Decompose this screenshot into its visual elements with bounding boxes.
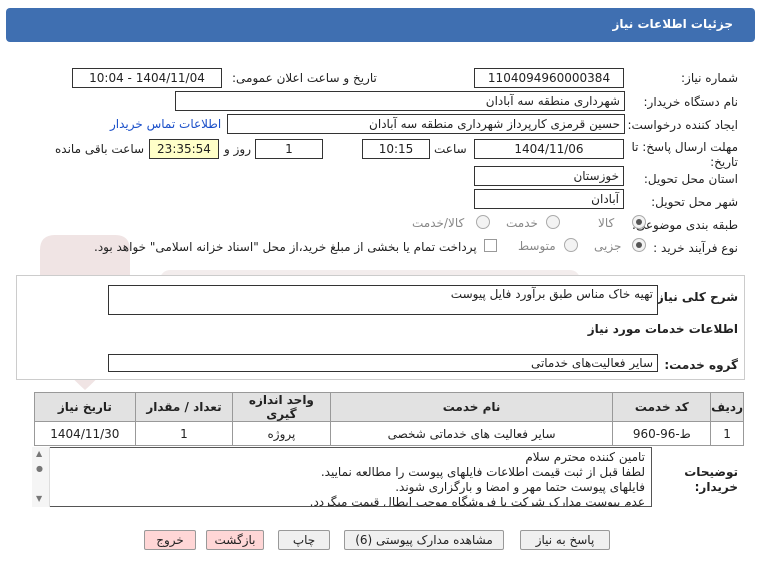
treasury-checkbox[interactable] (484, 239, 497, 252)
announce-field: 1404/11/04 - 10:04 (72, 68, 222, 88)
buyer-contact-link[interactable]: اطلاعات تماس خریدار (110, 117, 221, 131)
col-service-name: نام خدمت (329, 392, 614, 422)
back-button[interactable]: بازگشت (206, 530, 264, 550)
service-group-label: گروه خدمت: (664, 358, 738, 372)
notes-label-2: خریدار: (694, 480, 738, 494)
col-row-number: ردیف (710, 392, 744, 422)
scroll-up-icon[interactable]: ▲ (36, 449, 42, 458)
category-goods-service-label: کالا/خدمت (412, 216, 465, 230)
remaining-label: ساعت باقی مانده (55, 142, 145, 156)
notes-line: عدم پیوست مدارک شرکت یا فروشگاه موجب ابط… (309, 495, 645, 507)
col-quantity: تعداد / مقدار (134, 392, 234, 422)
deadline-time-field: 10:15 (362, 139, 430, 159)
remaining-time-field: 23:35:54 (149, 139, 219, 159)
treasury-note: پرداخت تمام یا بخشی از مبلغ خرید،از محل … (94, 240, 477, 254)
cell-quantity: 1 (134, 421, 234, 446)
exit-button[interactable]: خروج (144, 530, 196, 550)
province-label: استان محل تحویل: (643, 172, 738, 186)
process-minor-label: جزیی (594, 239, 622, 253)
cell-row-number: 1 (710, 421, 744, 446)
notes-line: فایلهای پیوست حتما مهر و امضا و بارگزاری… (395, 480, 645, 494)
notes-line: تامین کننده محترم سلام (525, 450, 645, 464)
buyer-org-label: نام دستگاه خریدار: (643, 95, 739, 109)
notes-line: لطفا قبل از ثبت قیمت اطلاعات فایلهای پیو… (320, 465, 645, 479)
reply-button[interactable]: پاسخ به نیاز (520, 530, 610, 550)
cell-service-name: سایر فعالیت های خدماتی شخصی (329, 421, 614, 446)
cell-unit: پروژه (232, 421, 331, 446)
col-unit: واحد اندازه گیری (232, 392, 331, 422)
category-service-label: خدمت (506, 216, 538, 230)
notes-scrollbar[interactable]: ▲ ● ▼ (32, 447, 50, 507)
province-field: خوزستان (474, 166, 624, 186)
category-goods-label: کالا (598, 216, 615, 230)
scroll-thumb-icon[interactable]: ● (36, 464, 43, 473)
scroll-down-icon[interactable]: ▼ (36, 494, 42, 503)
notes-label: توضیحات (684, 465, 738, 479)
need-number-field: 1104094960000384 (474, 68, 624, 88)
requester-label: ایجاد کننده درخواست: (627, 118, 738, 132)
process-radio-medium[interactable] (564, 238, 578, 252)
cell-need-date: 1404/11/30 (34, 421, 136, 446)
process-medium-label: متوسط (518, 239, 556, 253)
city-label: شهر محل تحویل: (651, 195, 738, 209)
table-row: 1 ط-96-960 سایر فعالیت های خدماتی شخصی پ… (34, 421, 744, 446)
time-label: ساعت (434, 142, 467, 156)
requester-field: حسین قرمزی کارپرداز شهرداری منطقه سه آبا… (227, 114, 625, 134)
view-attachments-button[interactable]: مشاهده مدارک پیوستی (6) (344, 530, 504, 550)
deadline-label-2: تاریخ: (710, 155, 738, 169)
cell-service-code: ط-96-960 (612, 421, 712, 446)
days-label: روز و (224, 142, 251, 156)
col-service-code: کد خدمت (612, 392, 712, 422)
deadline-date-field: 1404/11/06 (474, 139, 624, 159)
col-need-date: تاریخ نیاز (34, 392, 136, 422)
buyer-notes-textarea[interactable]: تامین کننده محترم سلام لطفا قبل از ثبت ق… (32, 447, 652, 507)
category-radio-service[interactable] (546, 215, 560, 229)
process-radio-minor[interactable] (632, 238, 646, 252)
services-section-title: اطلاعات خدمات مورد نیاز (587, 322, 738, 336)
page-header: جزئیات اطلاعات نیاز (6, 8, 755, 42)
category-label: طبقه بندی موضوعی: (631, 218, 738, 232)
announce-label: تاریخ و ساعت اعلان عمومی: (232, 71, 377, 85)
service-group-field: سایر فعالیت‌های خدماتی (108, 354, 658, 372)
city-field: آبادان (474, 189, 624, 209)
days-field: 1 (255, 139, 323, 159)
category-radio-goods-service[interactable] (476, 215, 490, 229)
process-type-label: نوع فرآیند خرید : (653, 241, 738, 255)
description-field: تهیه خاک مناس طبق برآورد فایل پیوست (108, 285, 658, 315)
description-label: شرح کلی نیاز: (652, 290, 738, 304)
services-table: ردیف کد خدمت نام خدمت واحد اندازه گیری ت… (34, 392, 744, 446)
need-number-label: شماره نیاز: (681, 71, 738, 85)
category-radio-goods[interactable] (632, 215, 646, 229)
page-title: جزئیات اطلاعات نیاز (612, 17, 733, 31)
table-header-row: ردیف کد خدمت نام خدمت واحد اندازه گیری ت… (34, 392, 744, 422)
print-button[interactable]: چاپ (278, 530, 330, 550)
buyer-org-field: شهرداری منطقه سه آبادان (175, 91, 625, 111)
deadline-label: مهلت ارسال پاسخ: تا (631, 140, 738, 154)
